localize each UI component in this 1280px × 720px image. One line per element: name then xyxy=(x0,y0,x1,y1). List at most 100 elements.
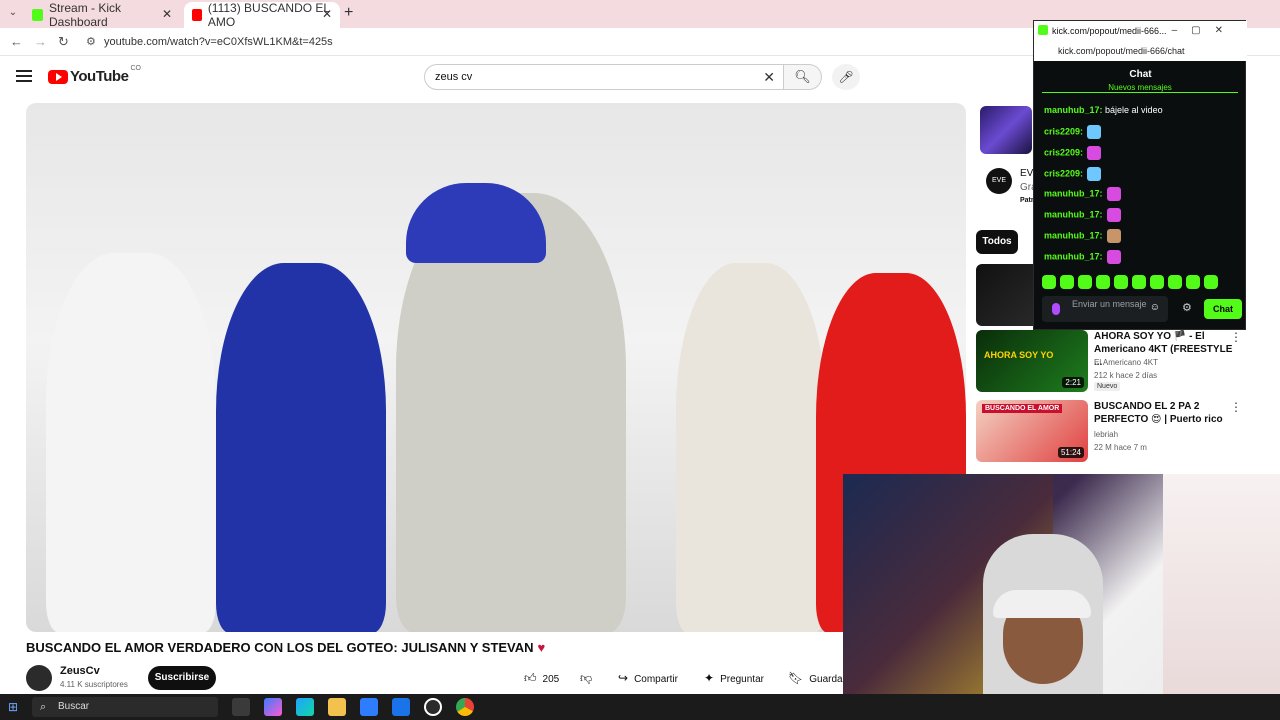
clear-search-icon[interactable]: ✕ xyxy=(763,65,775,89)
menu-icon[interactable] xyxy=(16,70,32,82)
url-text: youtube.com/watch?v=eC0XfsWL1KM&t=425s xyxy=(104,36,333,48)
recommended-video[interactable]: BUSCANDO EL AMOR 51:24 BUSCANDO EL 2 PA … xyxy=(976,400,1266,464)
emote-icon[interactable] xyxy=(1204,275,1218,289)
task-view-icon[interactable] xyxy=(232,698,250,716)
emote-icon[interactable] xyxy=(1042,275,1056,289)
video-title: BUSCANDO EL AMOR VERDADERO CON LOS DEL G… xyxy=(26,640,836,655)
video-title[interactable]: BUSCANDO EL 2 PA 2 PERFECTO 😍 | Puerto r… xyxy=(1094,400,1234,426)
search-button[interactable]: 🔍︎ xyxy=(784,64,822,90)
chat-message-input[interactable]: Enviar un mensaje ☺ xyxy=(1042,296,1168,322)
chip-all[interactable]: Todos xyxy=(976,230,1018,254)
chat-username[interactable]: manuhub_17: xyxy=(1044,105,1103,115)
chat-header: Chat xyxy=(1129,69,1152,80)
tab-label: Stream - Kick Dashboard xyxy=(49,1,122,29)
channel-name[interactable]: El Americano 4KT xyxy=(1094,358,1158,367)
channel-name[interactable]: ZeusCv xyxy=(60,665,100,677)
taskbar-search[interactable]: ⌕ Buscar xyxy=(32,697,218,717)
channel-name[interactable]: lebriah xyxy=(1094,430,1118,439)
window-controls[interactable]: –▢✕ xyxy=(1172,21,1237,41)
video-player[interactable] xyxy=(26,103,966,632)
emote-icon xyxy=(1106,250,1121,264)
emote-icon[interactable] xyxy=(1186,275,1200,289)
back-icon[interactable]: ← xyxy=(10,34,23,49)
file-explorer-icon[interactable] xyxy=(328,698,346,716)
send-chat-button[interactable]: Chat xyxy=(1204,299,1242,319)
youtube-logo[interactable]: YouTube CO xyxy=(48,65,141,85)
ad-title[interactable]: EV xyxy=(1020,168,1033,179)
emote-icon[interactable] xyxy=(1096,275,1110,289)
copilot-icon[interactable] xyxy=(264,698,282,716)
emote-icon[interactable] xyxy=(1060,275,1074,289)
tab-kick-dashboard[interactable]: Stream - Kick Dashboard ✕ xyxy=(24,1,180,29)
taskbar-apps xyxy=(232,698,474,716)
share-label: Compartir xyxy=(634,674,678,685)
tab-search-menu-icon[interactable]: ⌄ xyxy=(4,4,22,22)
voice-search-button[interactable]: 🎤︎ xyxy=(832,64,860,90)
mic-icon xyxy=(1052,303,1060,315)
emoji-icon[interactable]: ☺ xyxy=(1150,303,1160,313)
video-thumbnail[interactable]: AHORA SOY YO 2:21 xyxy=(976,330,1088,392)
chat-username[interactable]: cris2209: xyxy=(1044,147,1083,157)
popout-url-bar[interactable]: kick.com/popout/medii-666/chat xyxy=(1034,41,1247,61)
more-options-icon[interactable]: ⋮ xyxy=(1230,400,1242,414)
chat-username[interactable]: manuhub_17: xyxy=(1044,230,1103,240)
video-title-text: BUSCANDO EL AMOR VERDADERO CON LOS DEL G… xyxy=(26,640,534,655)
edge-icon[interactable] xyxy=(296,698,314,716)
search-value: zeus cv xyxy=(435,71,473,83)
outlook-icon[interactable] xyxy=(392,698,410,716)
gear-icon[interactable]: ⚙ xyxy=(1182,301,1192,314)
chat-username[interactable]: manuhub_17: xyxy=(1044,209,1103,219)
more-options-icon[interactable]: ⋮ xyxy=(1230,330,1242,344)
streamer-cap xyxy=(993,590,1091,618)
emote-icon[interactable] xyxy=(1114,275,1128,289)
dislike-button[interactable]: 👎︎ xyxy=(580,666,592,690)
wall-graffiti xyxy=(1163,474,1280,720)
new-tab-icon[interactable]: + xyxy=(344,4,353,22)
reload-icon[interactable]: ↻ xyxy=(58,34,69,50)
close-tab-icon[interactable]: ✕ xyxy=(322,7,332,21)
save-button[interactable]: 🔖︎ Guardar xyxy=(788,666,846,690)
emote-icon[interactable] xyxy=(1132,275,1146,289)
search-input[interactable]: zeus cv ✕ xyxy=(424,64,784,90)
video-figure xyxy=(216,263,386,632)
subscribe-button[interactable]: Suscribirse xyxy=(148,666,216,690)
chrome-icon[interactable] xyxy=(456,698,474,716)
ad-sponsor: Patr xyxy=(1020,197,1034,204)
kick-chat-popout: kick.com/popout/medii-666... –▢✕ kick.co… xyxy=(1033,20,1247,330)
recommended-video[interactable]: AHORA SOY YO 2:21 AHORA SOY YO 🏴 - El Am… xyxy=(976,330,1266,394)
channel-avatar[interactable] xyxy=(26,665,52,691)
popout-titlebar[interactable]: kick.com/popout/medii-666... –▢✕ xyxy=(1034,21,1247,41)
thumbnail-text: BUSCANDO EL AMOR xyxy=(982,404,1063,413)
share-button[interactable]: ↪ Compartir xyxy=(618,666,678,690)
youtube-wordmark: YouTube xyxy=(70,68,129,85)
popout-url: kick.com/popout/medii-666/chat xyxy=(1058,46,1185,56)
emote-icon[interactable] xyxy=(1150,275,1164,289)
close-tab-icon[interactable]: ✕ xyxy=(162,7,172,21)
chat-message: manuhub_17: xyxy=(1044,229,1121,243)
site-info-icon[interactable]: ⚙ xyxy=(86,32,96,52)
video-meta: 212 k hace 2 días xyxy=(1094,371,1158,380)
youtube-play-icon xyxy=(48,69,68,84)
windows-start-icon[interactable]: ⊞ xyxy=(8,700,18,714)
ask-button[interactable]: ✦ Preguntar xyxy=(704,666,764,690)
chat-message: manuhub_17: bájele al video xyxy=(1044,105,1163,115)
tab-youtube-video[interactable]: (1113) BUSCANDO EL AMO ✕ xyxy=(184,1,340,29)
video-thumbnail[interactable]: BUSCANDO EL AMOR 51:24 xyxy=(976,400,1088,462)
obs-icon[interactable] xyxy=(424,698,442,716)
chat-username[interactable]: manuhub_17: xyxy=(1044,188,1103,198)
chat-username[interactable]: cris2209: xyxy=(1044,168,1083,178)
ad-logo[interactable]: EVE xyxy=(986,168,1012,194)
chat-username[interactable]: cris2209: xyxy=(1044,126,1083,136)
ad-thumbnail[interactable] xyxy=(980,106,1032,154)
search-icon: 🔍︎ xyxy=(794,69,811,84)
new-messages-divider[interactable]: Nuevos mensajes xyxy=(1042,83,1238,93)
emote-icon[interactable] xyxy=(1078,275,1092,289)
url-field[interactable]: ⚙ youtube.com/watch?v=eC0XfsWL1KM&t=425s xyxy=(80,32,1020,52)
chat-message: manuhub_17: xyxy=(1044,250,1121,264)
store-icon[interactable] xyxy=(360,698,378,716)
chat-username[interactable]: manuhub_17: xyxy=(1044,251,1103,261)
emote-icon[interactable] xyxy=(1168,275,1182,289)
like-button[interactable]: 👍︎ 205 xyxy=(524,666,559,690)
forward-icon[interactable]: → xyxy=(34,34,47,49)
emote-icon xyxy=(1087,125,1102,139)
